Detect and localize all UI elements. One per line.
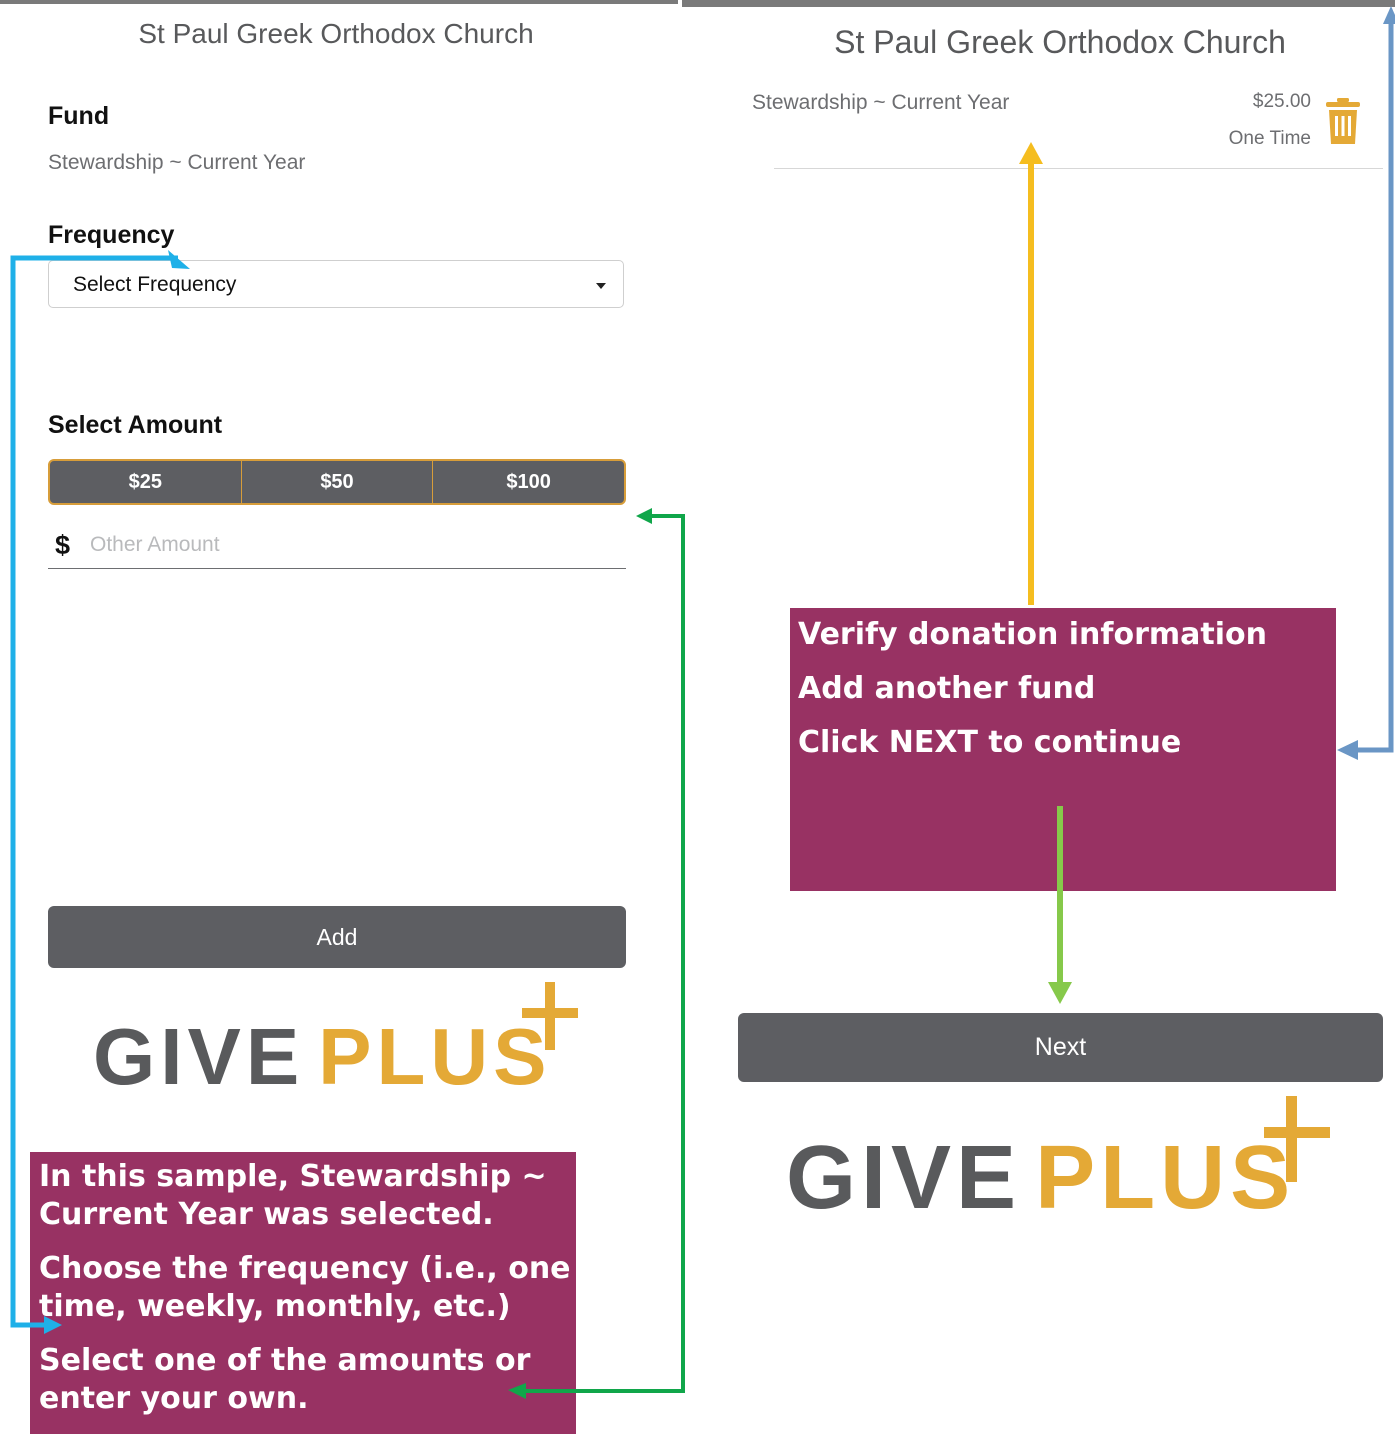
callout-line-next: Click NEXT to continue: [798, 725, 1182, 760]
add-button[interactable]: Add: [48, 906, 626, 968]
cart-divider: [774, 168, 1383, 169]
amount-50-button[interactable]: $50: [242, 461, 434, 503]
amount-button-group: $25 $50 $100: [48, 459, 626, 505]
church-name-right: St Paul Greek Orthodox Church: [834, 24, 1286, 60]
cart-item-frequency: One Time: [1228, 128, 1311, 149]
left-instruction-callout: In this sample, Stewardship ~ Current Ye…: [30, 1152, 576, 1434]
green-arrowhead-top: [636, 508, 652, 524]
frequency-select-value: Select Frequency: [73, 273, 237, 296]
amount-25-button[interactable]: $25: [50, 461, 242, 503]
select-amount-label: Select Amount: [48, 411, 223, 439]
giveplus-logo-text: GIVE PLUS: [93, 1012, 552, 1102]
frequency-select[interactable]: Select Frequency: [48, 260, 624, 308]
dollar-sign: $: [55, 530, 71, 560]
chevron-down-icon: [596, 283, 606, 289]
other-amount-placeholder: Other Amount: [90, 533, 220, 556]
right-instruction-callout: Verify donation information Add another …: [790, 608, 1336, 891]
fund-value: Stewardship ~ Current Year: [48, 151, 306, 174]
callout-line-verify: Verify donation information: [798, 617, 1267, 652]
amount-100-button[interactable]: $100: [433, 461, 624, 503]
logo-cross-icon: [522, 982, 578, 1050]
fund-label: Fund: [48, 102, 110, 130]
callout-line-frequency: Choose the frequency (i.e., one time, we…: [39, 1251, 571, 1324]
logo-plus: PLUS: [318, 1012, 552, 1101]
frequency-label: Frequency: [48, 221, 175, 249]
logo-give-right: GIVE: [786, 1128, 1022, 1228]
steel-arrowhead-side: [1337, 740, 1358, 760]
giveplus-logo-text-right: GIVE PLUS: [786, 1128, 1295, 1228]
left-panel-top-edge: [0, 0, 678, 4]
cart-item-fund: Stewardship ~ Current Year: [752, 91, 1010, 114]
church-name: St Paul Greek Orthodox Church: [138, 18, 534, 49]
callout-line-amount: Select one of the amounts or enter your …: [39, 1343, 531, 1416]
callout-line-add-fund: Add another fund: [798, 671, 1096, 706]
trash-icon[interactable]: [1326, 98, 1360, 144]
steel-arrowhead-top: [1383, 6, 1395, 24]
logo-plus-right: PLUS: [1035, 1128, 1296, 1228]
callout-line-fund: In this sample, Stewardship ~ Current Ye…: [39, 1159, 547, 1232]
lightgreen-arrowhead: [1048, 982, 1072, 1004]
next-button[interactable]: Next: [738, 1013, 1383, 1082]
yellow-arrowhead: [1019, 142, 1043, 164]
right-panel-top-edge: [682, 0, 1395, 7]
cart-item-amount: $25.00: [1252, 91, 1311, 112]
other-amount-field[interactable]: $ Other Amount: [48, 526, 626, 569]
logo-cross-icon-right: [1264, 1096, 1330, 1182]
logo-give: GIVE: [93, 1012, 305, 1101]
